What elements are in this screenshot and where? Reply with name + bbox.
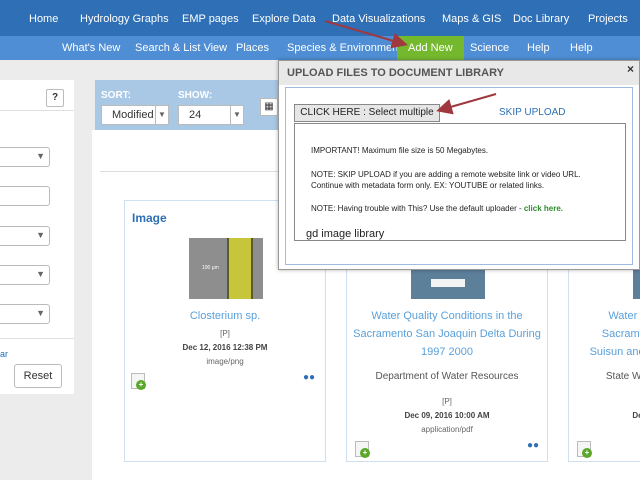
annotation-arrows [324,20,497,115]
arrow-to-add-new [324,20,408,49]
arrow-to-select-files [436,93,497,115]
